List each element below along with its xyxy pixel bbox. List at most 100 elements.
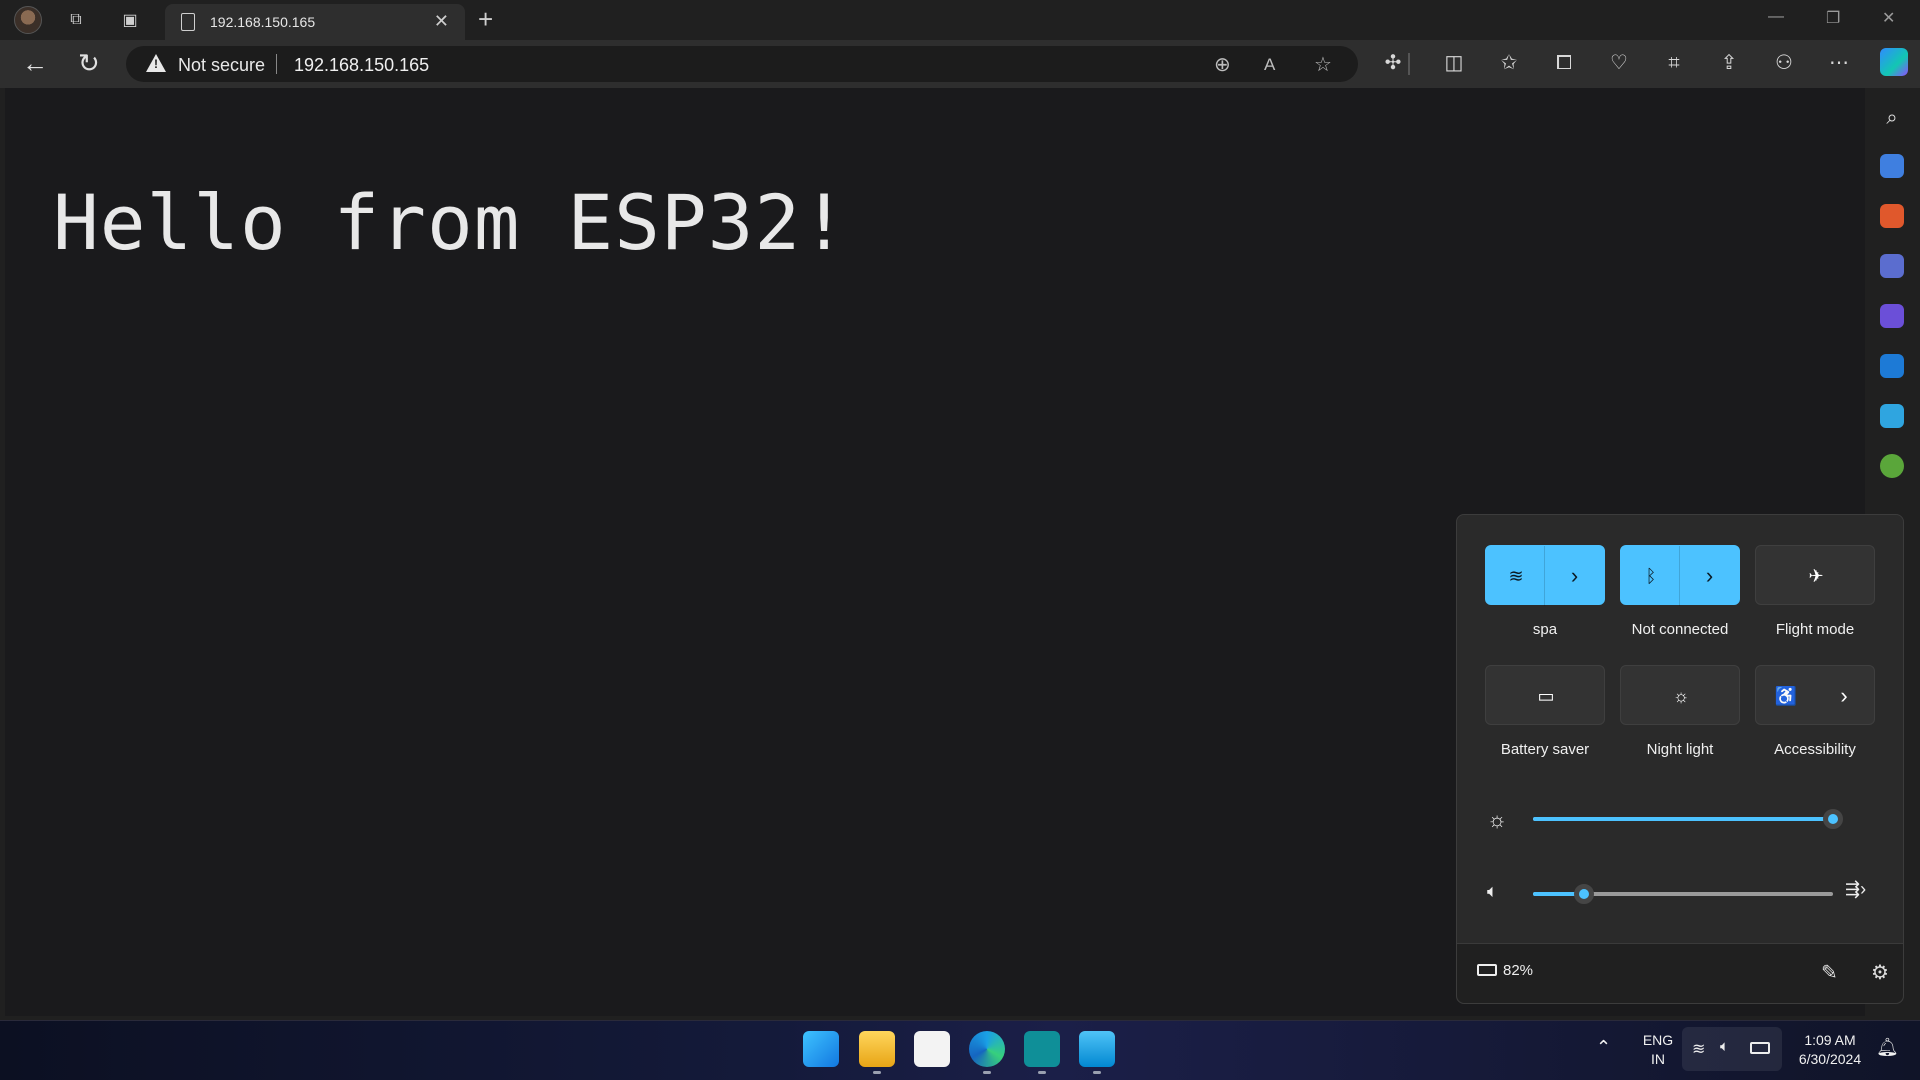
browser-tab[interactable]: 192.168.150.165 ✕ [165, 4, 465, 40]
start-icon[interactable] [803, 1031, 839, 1067]
workspaces-icon[interactable]: ⧉ [64, 8, 88, 32]
security-label[interactable]: Not secure [178, 55, 265, 76]
battery-saver-label: Battery saver [1500, 741, 1590, 758]
toolbar-divider [1408, 53, 1410, 75]
zoom-icon[interactable]: ⊕ [1214, 52, 1231, 77]
store-icon[interactable] [914, 1031, 950, 1067]
profile-avatar[interactable] [14, 6, 42, 34]
restore-icon[interactable]: ❐ [1826, 8, 1840, 28]
running-indicator [873, 1071, 881, 1074]
brightness-icon: ☼ [1487, 807, 1508, 832]
notepad-icon[interactable] [1079, 1031, 1115, 1067]
wifi-tile[interactable]: ≋ › [1485, 545, 1605, 606]
quick-settings-footer: 82% ✎ ⚙ [1457, 943, 1903, 1003]
favorites-icon[interactable]: ✩ [1496, 50, 1522, 76]
url-text[interactable]: 192.168.150.165 [294, 55, 429, 76]
search-icon[interactable]: ⌕ [1880, 106, 1904, 130]
more-menu-icon[interactable]: ⋯ [1826, 50, 1852, 76]
arduino-icon[interactable] [1024, 1031, 1060, 1067]
running-indicator [1093, 1071, 1101, 1074]
chevron-right-icon[interactable]: › [1679, 546, 1739, 606]
running-indicator [1038, 1071, 1046, 1074]
accessibility-tile[interactable]: ♿ › [1755, 665, 1875, 725]
split-screen-icon[interactable]: ◫ [1441, 50, 1467, 76]
flight-mode-tile[interactable]: ✈ [1755, 545, 1875, 605]
share-icon[interactable]: ⇪ [1716, 50, 1742, 76]
settings-gear-icon[interactable]: ⚙ [1871, 960, 1889, 985]
wifi-icon: ≋ [1692, 1041, 1706, 1058]
copilot-icon[interactable] [1880, 48, 1908, 76]
title-bar: ⧉ ▣ 192.168.150.165 ✕ + — ❐ ✕ [0, 0, 1920, 40]
tools-icon[interactable] [1880, 204, 1904, 228]
volume-icon: 🔈︎ [1720, 1038, 1730, 1055]
page-headline: Hello from ESP32! [53, 178, 848, 267]
bluetooth-label: Not connected [1631, 621, 1729, 638]
games-icon[interactable] [1880, 254, 1904, 278]
refresh-button[interactable]: ↻ [78, 48, 100, 79]
clock[interactable]: 1:09 AM 6/30/2024 [1788, 1031, 1872, 1069]
wifi-icon: ≋ [1508, 566, 1524, 586]
read-aloud-icon[interactable]: A [1264, 55, 1275, 75]
battery-icon[interactable] [1477, 964, 1497, 976]
running-indicator [983, 1071, 991, 1074]
language-line1: ENG [1642, 1032, 1674, 1048]
clock-date: 6/30/2024 [1798, 1051, 1862, 1067]
outlook-icon[interactable] [1880, 354, 1904, 378]
shopping-tag-icon[interactable] [1880, 154, 1904, 178]
tree-icon[interactable] [1880, 454, 1904, 478]
battery-percent[interactable]: 82% [1503, 962, 1533, 979]
profile-share-icon[interactable]: ⚇ [1771, 50, 1797, 76]
favorite-star-icon[interactable]: ☆ [1314, 52, 1332, 77]
tab-title: 192.168.150.165 [210, 14, 316, 30]
collections-icon[interactable]: ⧠ [1551, 50, 1577, 76]
system-tray-group[interactable]: ≋ 🔈︎ [1682, 1027, 1782, 1071]
night-light-tile[interactable]: ☼ [1620, 665, 1740, 725]
screenshot-icon[interactable]: ⌗ [1661, 50, 1687, 76]
bluetooth-tile[interactable]: ᛒ › [1620, 545, 1740, 606]
page-icon [181, 13, 195, 31]
chevron-right-icon[interactable]: › [1544, 546, 1604, 606]
edge-icon[interactable] [969, 1031, 1005, 1067]
address-bar[interactable]: ! Not secure 192.168.150.165 ⊕ A ☆ [126, 46, 1358, 82]
chevron-right-icon[interactable]: › [1814, 666, 1874, 726]
new-tab-button[interactable]: + [478, 4, 493, 35]
night-light-label: Night light [1646, 741, 1714, 758]
close-window-icon[interactable]: ✕ [1882, 8, 1895, 28]
close-tab-icon[interactable]: ✕ [434, 11, 449, 32]
clock-time: 1:09 AM [1804, 1032, 1856, 1048]
warning-mark: ! [154, 57, 158, 71]
notifications-bell-icon[interactable]: 🔔︎ [1876, 1037, 1899, 1058]
back-button[interactable]: ← [22, 48, 48, 79]
brightness-slider[interactable] [1533, 809, 1843, 829]
volume-slider[interactable] [1533, 884, 1833, 904]
night-light-icon: ☼ [1672, 686, 1690, 706]
telegram-icon[interactable] [1880, 404, 1904, 428]
accessibility-icon: ♿ [1774, 686, 1798, 706]
vertical-tabs-icon[interactable]: ▣ [118, 8, 142, 32]
flight-mode-label: Flight mode [1775, 621, 1855, 638]
show-hidden-icons-chevron-icon[interactable]: ⌃ [1596, 1037, 1611, 1058]
bluetooth-icon: ᛒ [1645, 566, 1657, 586]
quick-settings-panel: ≋ › spa ᛒ › Not connected ✈ Flight mode … [1456, 514, 1904, 1004]
audio-output-icon[interactable]: ⇶› [1845, 879, 1866, 900]
brightness-fill [1533, 817, 1833, 821]
file-explorer-icon[interactable] [859, 1031, 895, 1067]
browser-essentials-icon[interactable]: ♡ [1606, 50, 1632, 76]
language-line2: IN [1651, 1051, 1665, 1067]
minimize-icon[interactable]: — [1768, 8, 1784, 26]
airplane-icon: ✈ [1808, 566, 1824, 586]
browser-toolbar: ← ↻ ! Not secure 192.168.150.165 ⊕ A ☆ ✣… [0, 40, 1920, 88]
speaker-icon[interactable]: 🔈︎ [1487, 881, 1498, 902]
extensions-icon[interactable]: ✣ [1380, 50, 1406, 76]
taskbar: ⌃ ENG IN ≋ 🔈︎ 1:09 AM 6/30/2024 🔔︎ [0, 1020, 1920, 1080]
edit-pencil-icon[interactable]: ✎ [1821, 960, 1838, 985]
battery-saver-tile[interactable]: ▭ [1485, 665, 1605, 725]
microsoft365-icon[interactable] [1880, 304, 1904, 328]
volume-thumb[interactable] [1574, 884, 1594, 904]
address-separator [276, 54, 277, 74]
battery-icon [1750, 1042, 1770, 1054]
wifi-label: spa [1532, 621, 1558, 638]
language-indicator[interactable]: ENG IN [1640, 1031, 1676, 1069]
battery-saver-icon: ▭ [1537, 686, 1555, 706]
brightness-thumb[interactable] [1823, 809, 1843, 829]
